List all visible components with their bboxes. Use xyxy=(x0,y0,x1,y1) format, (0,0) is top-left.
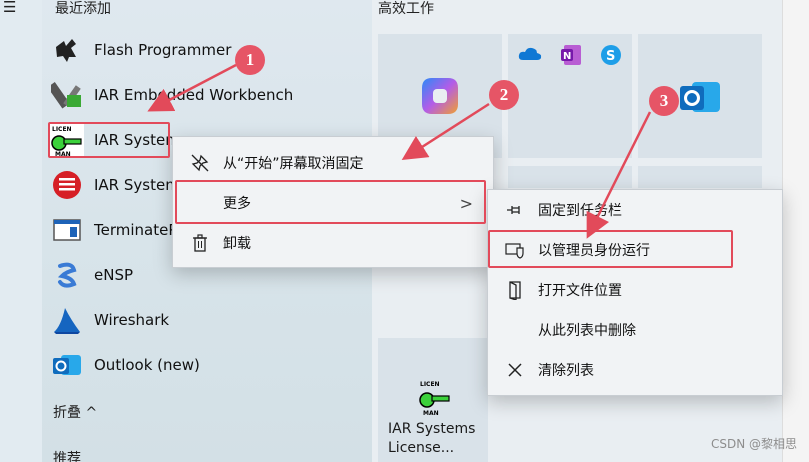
office-apps-tile[interactable]: N S xyxy=(508,34,632,158)
terminate-icon xyxy=(50,213,84,247)
menu-pin-to-taskbar[interactable]: 固定到任务栏 xyxy=(488,190,782,230)
skype-icon: S xyxy=(600,44,622,70)
app-flash-programmer[interactable]: Flash Programmer xyxy=(50,31,231,69)
unpin-icon xyxy=(183,154,217,172)
app-wireshark[interactable]: Wireshark xyxy=(50,301,169,339)
callout-1: 1 xyxy=(235,45,265,75)
ensp-icon xyxy=(50,258,84,292)
app-outlook-new[interactable]: Outlook (new) xyxy=(50,346,200,384)
collapse-button[interactable]: 折叠 ^ xyxy=(53,402,97,422)
menu-uninstall[interactable]: 卸载 xyxy=(173,223,493,263)
chevron-up-icon: ^ xyxy=(85,405,98,421)
app-ensp[interactable]: eNSP xyxy=(50,256,133,294)
wireshark-icon xyxy=(50,303,84,337)
hamburger-icon[interactable]: ☰ xyxy=(3,0,16,16)
recently-added-title: 最近添加 xyxy=(55,1,111,17)
callout-3: 3 xyxy=(649,86,679,116)
outlook-icon xyxy=(678,78,722,122)
iar-red-icon xyxy=(50,168,84,202)
license-manager-tile[interactable]: LICEN MAN IAR Systems License... xyxy=(378,338,488,462)
onenote-icon: N xyxy=(560,44,582,70)
license-tile-label: IAR Systems License... xyxy=(388,421,476,456)
trash-icon xyxy=(183,234,217,252)
tile-row-2a[interactable] xyxy=(508,166,632,188)
highlight-run-as-admin xyxy=(488,230,733,268)
submenu-more: 固定到任务栏 以管理员身份运行 打开文件位置 从此列表中删除 清除列表 xyxy=(487,189,783,396)
outlook-icon xyxy=(50,348,84,382)
svg-text:S: S xyxy=(606,49,615,64)
menu-open-file-location[interactable]: 打开文件位置 xyxy=(488,270,782,310)
recommended-title: 推荐 xyxy=(53,451,81,462)
right-window-edge xyxy=(782,0,809,462)
copilot-icon xyxy=(418,74,462,122)
menu-unpin-from-start[interactable]: 从“开始”屏幕取消固定 xyxy=(173,143,493,183)
folder-open-icon xyxy=(498,280,532,300)
pin-icon xyxy=(498,203,532,217)
tile-row-2b[interactable] xyxy=(638,166,762,188)
iar-workbench-icon xyxy=(50,78,84,112)
close-icon xyxy=(498,362,532,378)
watermark: CSDN @黎相思 xyxy=(710,437,797,451)
highlight-more xyxy=(175,180,486,224)
svg-text:LICEN: LICEN xyxy=(420,381,440,388)
license-manager-key-icon: LICEN MAN xyxy=(418,378,452,420)
svg-text:N: N xyxy=(563,51,571,62)
svg-text:MAN: MAN xyxy=(423,410,439,416)
flash-programmer-icon xyxy=(50,33,84,67)
onedrive-icon xyxy=(518,46,542,66)
productivity-title: 高效工作 xyxy=(378,1,434,17)
highlight-iar-systems xyxy=(48,122,170,158)
app-iar-embedded-workbench[interactable]: IAR Embedded Workbench xyxy=(50,76,293,114)
menu-remove-from-list[interactable]: 从此列表中删除 xyxy=(488,310,782,350)
app-terminate[interactable]: TerminateP xyxy=(50,211,177,249)
menu-clear-list[interactable]: 清除列表 xyxy=(488,350,782,390)
callout-2: 2 xyxy=(489,80,519,110)
nav-gutter xyxy=(0,0,42,462)
app-iar-system[interactable]: IAR System xyxy=(50,166,180,204)
